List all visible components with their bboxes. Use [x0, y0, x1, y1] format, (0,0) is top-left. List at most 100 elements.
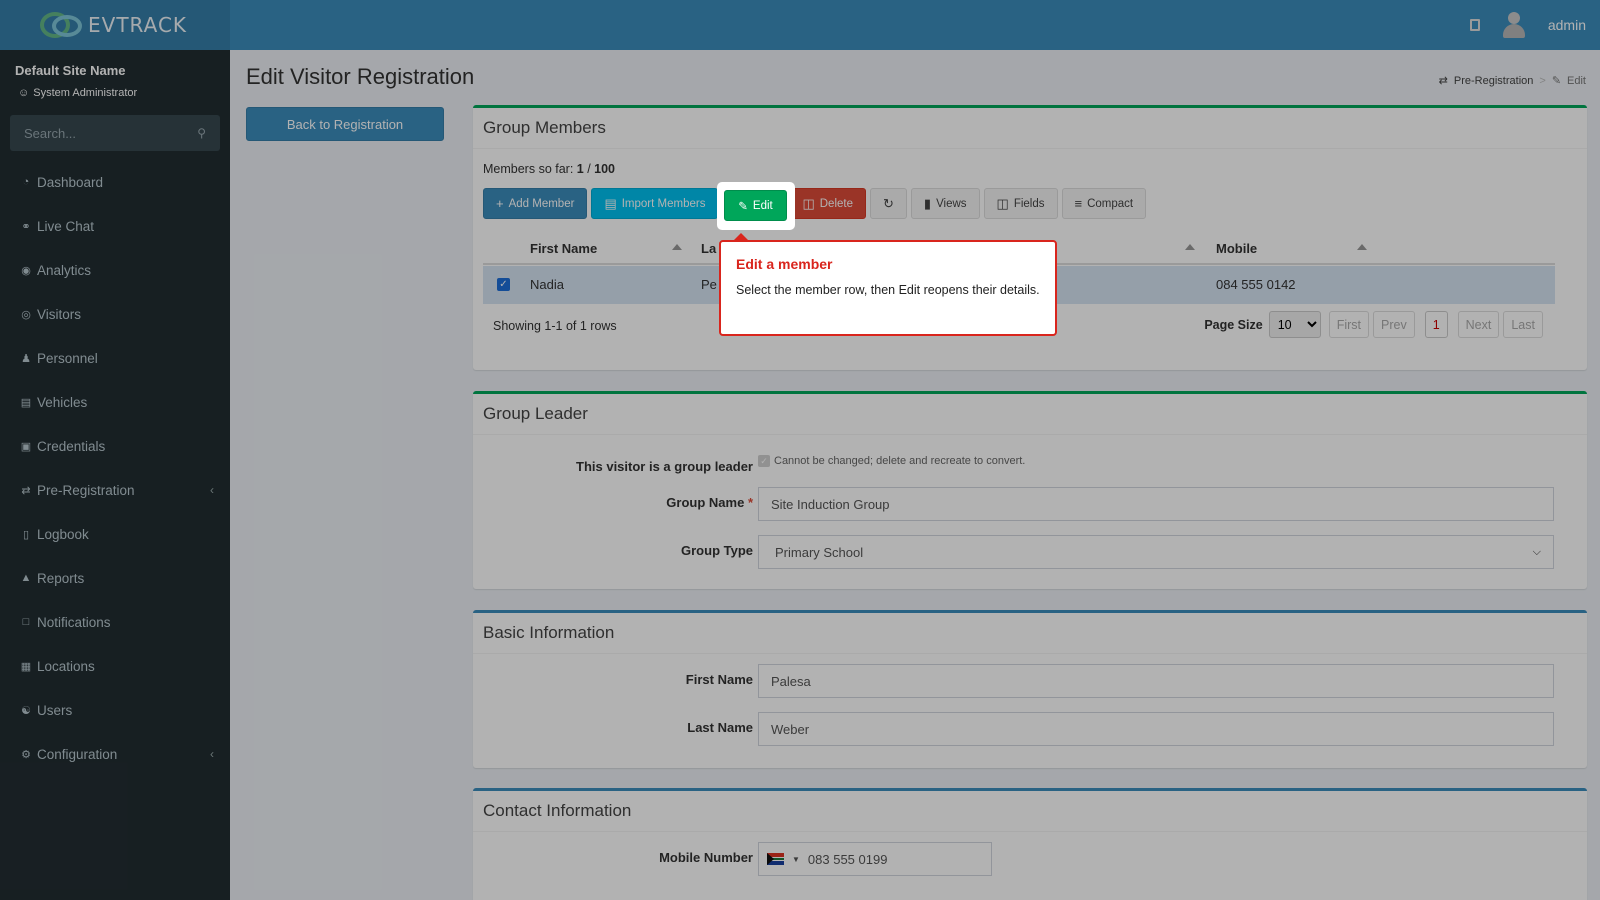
refresh-button[interactable]: ↻: [870, 188, 907, 219]
delete-button[interactable]: ◫ Delete: [789, 188, 866, 219]
sidebar-item-vehicles[interactable]: ▤ Vehicles: [0, 380, 230, 424]
mobile-number-field[interactable]: ▼ 083 555 0199: [758, 842, 992, 876]
group-leader-title: Group Leader: [473, 394, 1587, 435]
tooltip-body: Select the member row, then Edit reopens…: [736, 283, 1040, 297]
headset-icon: ⚭: [21, 220, 31, 233]
sort-asc-icon[interactable]: [1185, 244, 1195, 250]
sidebar-item-pre-registration[interactable]: ⇄ Pre-Registration ‹: [0, 468, 230, 512]
last-page-button[interactable]: Last: [1503, 311, 1543, 338]
search-input[interactable]: [24, 125, 174, 141]
sidebar-item-credentials[interactable]: ▣ Credentials: [0, 424, 230, 468]
basic-information-title: Basic Information: [473, 613, 1587, 654]
car-icon: ▤: [20, 396, 32, 409]
contact-information-title: Contact Information: [473, 791, 1587, 832]
chevron-left-icon: ‹: [210, 747, 214, 761]
sidebar-item-logbook[interactable]: ▯ Logbook: [0, 512, 230, 556]
fields-button[interactable]: ◫ Fields: [983, 188, 1058, 219]
members-count-label: Members so far:: [483, 162, 577, 176]
mobile-number-label: Mobile Number: [659, 850, 753, 865]
flag-za-icon[interactable]: [767, 853, 784, 865]
main-content: Edit Visitor Registration ⇄ Pre-Registra…: [230, 50, 1600, 900]
column-last-name[interactable]: La: [701, 241, 716, 256]
avatar[interactable]: [1502, 12, 1526, 38]
logo[interactable]: EVTRACK: [0, 0, 230, 50]
group-name-label-text: Group Name: [666, 495, 745, 510]
tour-highlight: ✎ Edit: [719, 184, 793, 228]
map-icon: ▦: [20, 660, 32, 673]
members-count-separator: /: [583, 162, 595, 176]
first-page-button[interactable]: First: [1328, 311, 1369, 338]
message-icon: □: [22, 616, 30, 628]
cell-first-name: Nadia: [530, 277, 564, 292]
user-name[interactable]: admin: [1548, 17, 1586, 33]
group-leader-row: This visitor is a group leader ✓ Cannot …: [473, 451, 1587, 485]
first-name-field[interactable]: Palesa: [758, 664, 1554, 698]
sort-asc-icon[interactable]: [672, 244, 682, 250]
group-name-row: Group Name * Site Induction Group: [473, 487, 1587, 521]
sidebar-item-locations[interactable]: ▦ Locations: [0, 644, 230, 688]
sidebar-item-reports[interactable]: ▲ Reports: [0, 556, 230, 600]
sidebar-item-notifications[interactable]: □ Notifications: [0, 600, 230, 644]
column-mobile[interactable]: Mobile: [1216, 241, 1257, 256]
checkbox-disabled: ✓: [758, 455, 770, 467]
compact-label: Compact: [1087, 197, 1134, 210]
site-name: Default Site Name: [15, 63, 126, 78]
views-button[interactable]: ▮ Views: [910, 188, 980, 219]
sidebar-item-label: Vehicles: [37, 394, 88, 410]
breadcrumb-pre-registration[interactable]: Pre-Registration: [1454, 75, 1533, 87]
required-marker: *: [747, 495, 753, 510]
top-header: EVTRACK admin: [0, 0, 1600, 50]
column-first-name[interactable]: First Name: [530, 241, 597, 256]
last-name-label: Last Name: [687, 720, 753, 735]
sidebar-item-configuration[interactable]: ⚙ Configuration ‹: [0, 732, 230, 776]
refresh-icon: ↻: [883, 195, 894, 211]
sidebar-item-label: Configuration: [37, 746, 118, 762]
search-icon[interactable]: ⚲: [197, 126, 206, 140]
logo-mark-icon: [38, 9, 84, 41]
user-role-label: System Administrator: [33, 87, 138, 99]
sidebar: Default Site Name ☺ System Administrator…: [0, 50, 230, 900]
sidebar-item-live-chat[interactable]: ⚭ Live Chat: [0, 204, 230, 248]
add-member-button[interactable]: + Add Member: [483, 188, 588, 219]
page-size-select[interactable]: 10: [1268, 311, 1321, 338]
current-page-button[interactable]: 1: [1424, 311, 1448, 338]
next-page-button[interactable]: Next: [1457, 311, 1500, 338]
dropdown-caret-icon[interactable]: ▼: [792, 855, 800, 864]
group-name-field[interactable]: Site Induction Group: [758, 487, 1554, 521]
group-leader-label: This visitor is a group leader: [576, 459, 753, 474]
last-name-field[interactable]: Weber: [758, 712, 1554, 746]
row-checkbox[interactable]: ✓: [497, 278, 510, 291]
list-icon: ≡: [1074, 196, 1083, 211]
import-members-button[interactable]: ▤ Import Members: [591, 188, 719, 219]
prev-page-button[interactable]: Prev: [1373, 311, 1415, 338]
page-size-label: Page Size: [1204, 317, 1263, 332]
basic-information-box: Basic Information First Name Palesa Last…: [473, 610, 1587, 768]
exchange-icon: ⇄: [1438, 75, 1448, 87]
sidebar-item-label: Reports: [37, 570, 85, 586]
delete-label: Delete: [819, 197, 853, 210]
sidebar-item-analytics[interactable]: ◉ Analytics: [0, 248, 230, 292]
members-toolbar: + Add Member ▤ Import Members ✎ Edit ◫ Delet…: [483, 188, 1147, 219]
compact-button[interactable]: ≡ Compact: [1061, 188, 1147, 219]
sidebar-item-dashboard[interactable]: ◔ Dashboard: [0, 160, 230, 204]
pencil-icon: ✎: [738, 200, 748, 213]
fields-label: Fields: [1013, 197, 1045, 210]
sidebar-item-personnel[interactable]: ♟ Personnel: [0, 336, 230, 380]
file-import-icon: ▤: [604, 195, 617, 211]
user-icon: ☺: [18, 87, 30, 99]
members-count-max: 100: [594, 162, 616, 176]
back-to-registration-button[interactable]: Back to Registration: [246, 107, 444, 141]
sidebar-item-label: Logbook: [37, 526, 89, 542]
group-type-select[interactable]: Primary School ⌵: [758, 535, 1554, 569]
sidebar-item-visitors[interactable]: ◎ Visitors: [0, 292, 230, 336]
sidebar-item-users[interactable]: ☯ Users: [0, 688, 230, 732]
highlighted-edit-button[interactable]: ✎ Edit: [724, 190, 787, 221]
sort-asc-icon[interactable]: [1357, 244, 1367, 250]
building-icon[interactable]: [1469, 19, 1480, 31]
members-count-current: 1: [576, 162, 584, 176]
cell-last-name: Pe: [701, 277, 717, 292]
group-leader-checkbox: ✓ Cannot be changed; delete and recreate…: [758, 455, 1025, 467]
views-label: Views: [936, 197, 967, 210]
user-cog-icon: ☯: [21, 704, 31, 717]
breadcrumb-edit: Edit: [1567, 74, 1586, 87]
